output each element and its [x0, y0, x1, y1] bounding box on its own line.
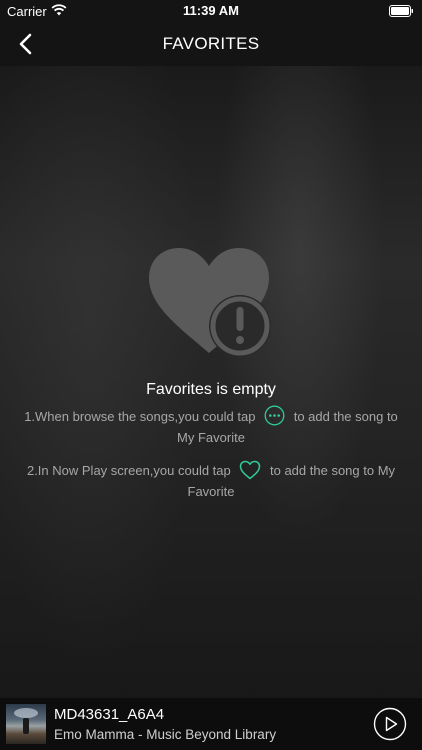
- track-title: MD43631_A6A4: [54, 706, 165, 723]
- navigation-bar: FAVORITES: [0, 22, 422, 66]
- track-subtitle: Emo Mamma - Music Beyond Library: [54, 727, 277, 742]
- page-title: FAVORITES: [162, 34, 260, 53]
- heart-outline-icon: [240, 460, 261, 479]
- status-bar: Carrier 11:39 AM: [0, 0, 422, 22]
- background: [0, 0, 422, 750]
- battery-icon: [389, 5, 413, 17]
- play-button[interactable]: [373, 707, 407, 741]
- album-art: [6, 704, 46, 744]
- play-icon: [385, 716, 398, 732]
- heart-warning-icon: [149, 248, 271, 357]
- status-time: 11:39 AM: [183, 3, 239, 18]
- now-playing-bar[interactable]: MD43631_A6A4 Emo Mamma - Music Beyond Li…: [0, 698, 422, 750]
- tip1-text-before: 1.When browse the songs,you could tap: [24, 409, 256, 424]
- tip2-text-before: 2.In Now Play screen,you could tap: [26, 463, 231, 478]
- tip-now-play: 2.In Now Play screen,you could tap to ad…: [16, 460, 406, 501]
- tip-more-options: 1.When browse the songs,you could tap to…: [16, 405, 406, 447]
- more-options-icon: [264, 405, 285, 426]
- empty-state-title: Favorites is empty: [146, 381, 276, 398]
